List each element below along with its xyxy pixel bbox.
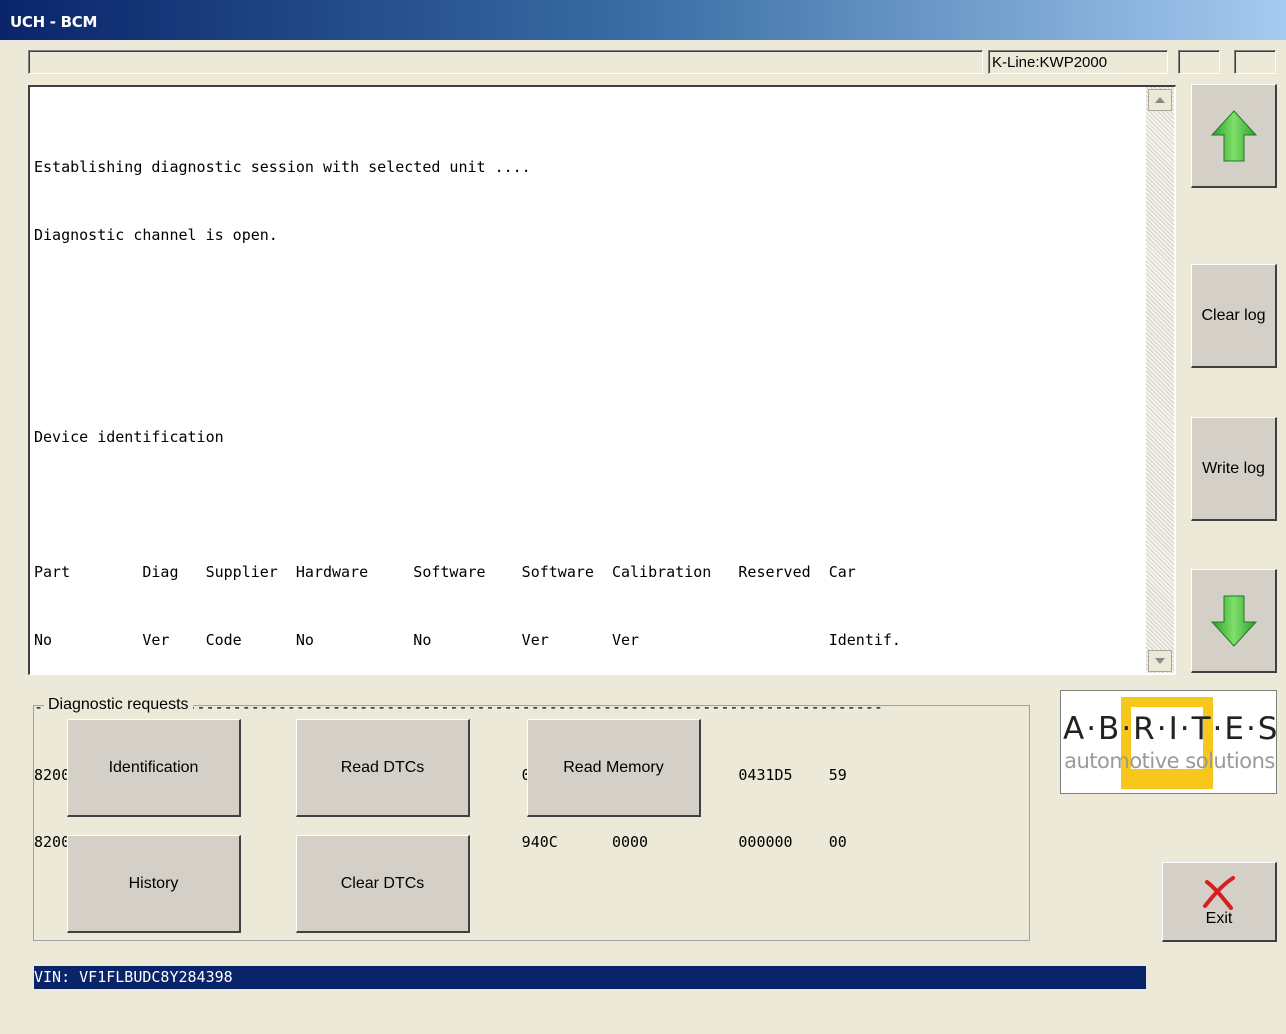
log-scrollbar[interactable] xyxy=(1146,87,1174,673)
log-line-selected[interactable]: VIN: VF1FLBUDC8Y284398 xyxy=(34,966,1146,989)
status-message xyxy=(28,50,983,74)
log-pane[interactable]: Establishing diagnostic session with sel… xyxy=(28,85,1176,989)
scroll-down-arrow-icon xyxy=(1155,658,1165,664)
abrites-logo: A·B·R·I·T·E·S automotive solutions xyxy=(1060,690,1277,794)
read-memory-button[interactable]: Read Memory xyxy=(527,719,701,817)
status-box-1 xyxy=(1178,50,1220,74)
scroll-log-up-button[interactable] xyxy=(1191,84,1277,188)
app-window: UCH - BCM K-Line:KWP2000 Establishing di… xyxy=(0,0,1286,989)
clear-dtcs-button[interactable]: Clear DTCs xyxy=(296,835,470,933)
scroll-up-button[interactable] xyxy=(1148,89,1172,111)
exit-label: Exit xyxy=(1205,909,1233,927)
green-up-arrow-icon xyxy=(1210,109,1257,161)
logo-wordmark: A·B·R·I·T·E·S xyxy=(1063,711,1280,747)
title-bar: UCH - BCM xyxy=(0,0,1286,40)
status-box-2 xyxy=(1234,50,1276,74)
green-down-arrow-icon xyxy=(1210,595,1257,647)
scroll-down-button[interactable] xyxy=(1148,650,1172,672)
diagnostic-requests-label: Diagnostic requests xyxy=(44,696,193,714)
log-line: No Ver Code No No Ver Ver Identif. xyxy=(34,630,901,649)
log-line: Establishing diagnostic session with sel… xyxy=(34,158,531,176)
identification-button[interactable]: Identification xyxy=(67,719,241,817)
exit-button[interactable]: Exit xyxy=(1162,862,1277,942)
scroll-up-arrow-icon xyxy=(1155,97,1165,103)
clear-log-button[interactable]: Clear log xyxy=(1191,264,1277,368)
protocol-indicator: K-Line:KWP2000 xyxy=(988,50,1168,74)
log-line: Device identification xyxy=(34,428,224,446)
logo-tagline: automotive solutions xyxy=(1064,749,1275,773)
read-dtcs-button[interactable]: Read DTCs xyxy=(296,719,470,817)
red-x-icon xyxy=(1203,875,1235,910)
write-log-button[interactable]: Write log xyxy=(1191,417,1277,521)
log-line: Diagnostic channel is open. xyxy=(34,225,278,244)
history-button[interactable]: History xyxy=(67,835,241,933)
log-line: Part Diag Supplier Hardware Software Sof… xyxy=(34,563,856,581)
window-title: UCH - BCM xyxy=(10,13,98,31)
scroll-log-down-button[interactable] xyxy=(1191,569,1277,673)
